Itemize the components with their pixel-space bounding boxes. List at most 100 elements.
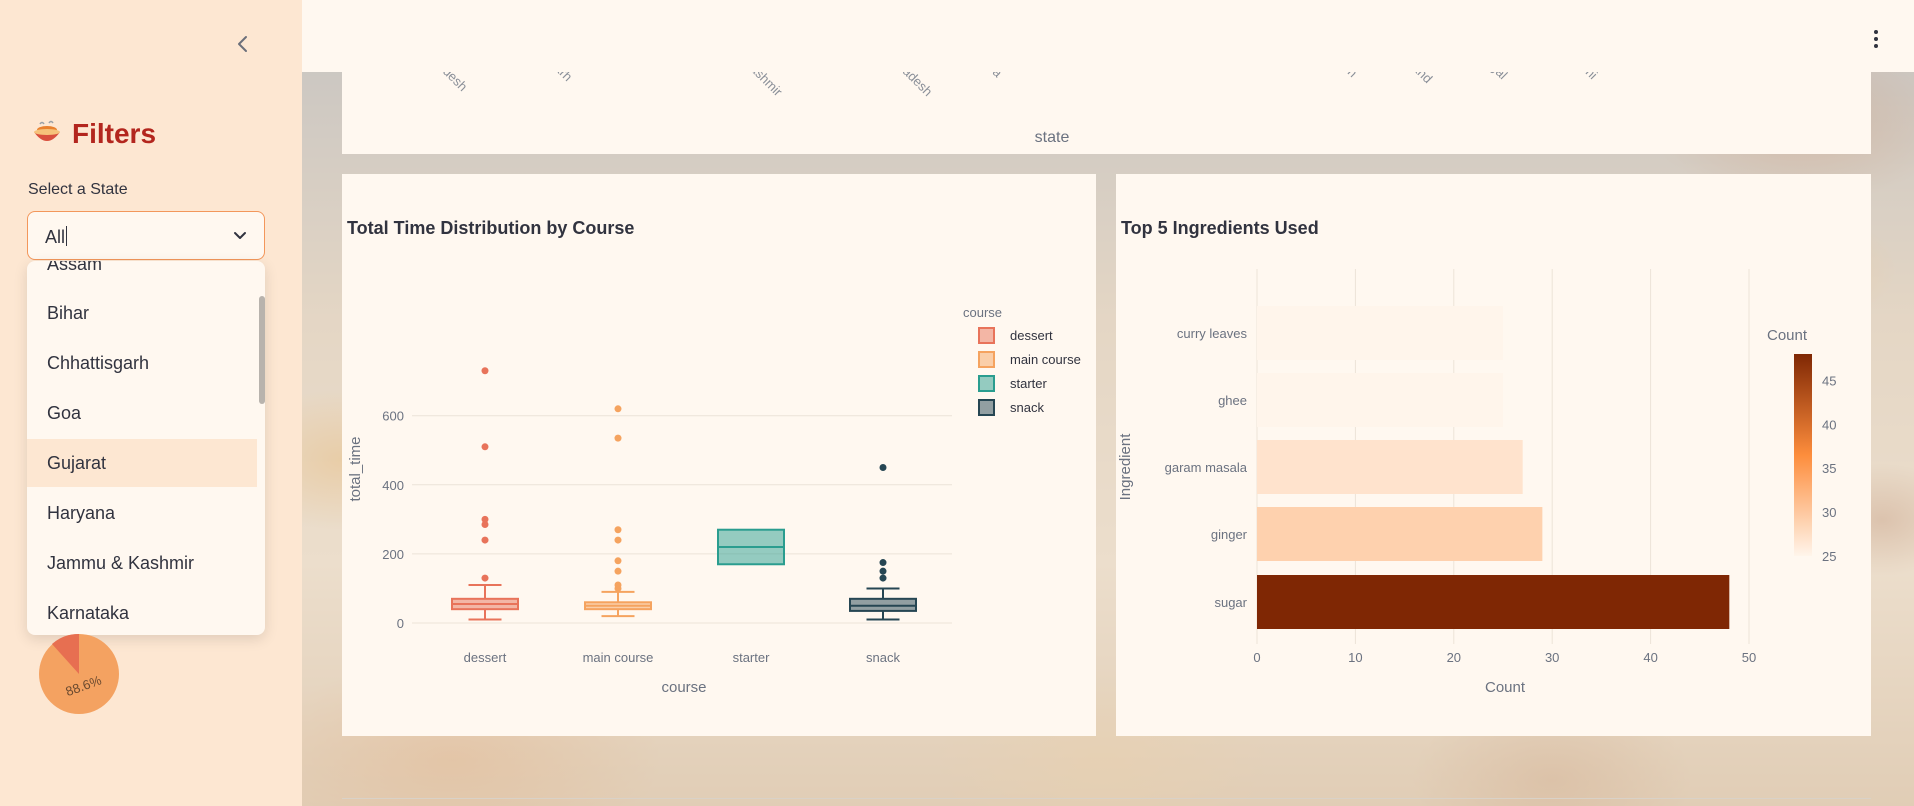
colorbar-tick-label: 45 [1822,373,1836,388]
box-snack [849,464,917,621]
y-tick-label: garam masala [1165,460,1248,475]
state-tick-label: and [1410,72,1436,86]
colorbar-tick-label: 40 [1822,417,1836,432]
state-select-value[interactable]: All [45,226,68,248]
box-main-course [584,405,652,618]
state-axis-title: state [1035,129,1070,146]
state-chart-card: adesh arh . Kashmir radesh tra sh and gal lhi sta… [342,50,1871,154]
outlier-point [879,567,887,575]
legend-item-main-course[interactable]: main course [978,351,1081,368]
y-tick-label: curry leaves [1177,326,1248,341]
outlier-point [614,405,622,413]
y-axis-title: total_time [347,436,364,501]
bar-chart-card: Top 5 Ingredients Used 0 10 20 30 40 50 Count I… [1116,174,1871,736]
outlier-point [614,526,622,534]
outlier-point [614,567,622,575]
box-chart: 0200400600total_timedessert main course st… [347,305,1081,696]
state-select[interactable]: All [27,211,265,260]
state-tick-label: arh [552,72,576,84]
state-select-label: Select a State [28,181,128,198]
share-pie-chart: 88.6% [39,633,119,714]
dropdown-option-bihar[interactable]: Bihar [27,289,257,337]
outlier-point [614,434,622,442]
colorbar-tick-label: 30 [1822,505,1836,520]
state-tick-label: adesh [435,72,471,94]
x-tick-label: dessert [464,650,507,665]
outlier-point [481,536,489,544]
outlier-point [481,443,489,451]
sidebar: Filters Select a State All Assam Bihar C… [0,0,302,806]
legend-label: snack [1010,400,1044,415]
x-tick-label: 40 [1643,650,1657,665]
state-dropdown-list[interactable]: Assam Bihar Chhattisgarh Goa Gujarat Har… [27,261,265,635]
y-tick-label: 0 [397,616,404,631]
outlier-point [879,464,887,472]
colorbar-tick-label: 25 [1822,549,1836,564]
outlier-point [481,367,489,375]
legend-label: main course [1010,352,1081,367]
state-tick-label: gal [1488,72,1511,82]
x-tick-label: starter [733,650,771,665]
state-tick-label: lhi [1581,72,1601,82]
outlier-point [614,536,622,544]
main-menu-icon[interactable] [1872,30,1880,50]
y-tick-label: ghee [1218,393,1247,408]
x-axis-title: course [661,679,706,696]
bar-sugar[interactable] [1257,575,1730,629]
bar-curry-leaves[interactable] [1257,306,1503,360]
legend-swatch[interactable] [978,351,995,368]
app-header [302,0,1914,72]
dropdown-option-jammu-kashmir[interactable]: Jammu & Kashmir [27,539,257,587]
legend-swatch[interactable] [978,327,995,344]
legend-label: dessert [1010,328,1053,343]
dropdown-option-karnataka[interactable]: Karnataka [27,589,257,635]
dropdown-option-chhattisgarh[interactable]: Chhattisgarh [27,339,257,387]
legend-swatch[interactable] [978,375,995,392]
bar-chart: 0 10 20 30 40 50 Count Ingredient curry leaves gh… [1117,269,1836,696]
box-chart-card: Total Time Distribution by Course 0 200 40… [342,174,1096,736]
outlier-point [481,574,489,582]
state-chart: adesh arh . Kashmir radesh tra sh and gal lhi sta… [435,50,1601,146]
colorbar-title: Count [1767,327,1808,344]
filters-header: Filters [32,118,156,150]
y-tick-label: sugar [1214,595,1247,610]
dropdown-option-goa[interactable]: Goa [27,389,257,437]
chevron-down-icon[interactable] [232,228,248,244]
dropdown-option-assam[interactable]: Assam [27,261,257,288]
outlier-point [481,515,489,523]
outlier-point [879,574,887,582]
chevron-left-icon[interactable] [230,30,256,58]
outlier-point [614,557,622,565]
bar-ginger[interactable] [1257,507,1543,561]
bar-ghee[interactable] [1257,373,1503,427]
outlier-point [879,559,887,567]
state-tick-label: radesh [897,72,936,99]
x-tick-label: snack [866,650,900,665]
y-tick-label: ginger [1211,527,1248,542]
x-axis-title: Count [1485,679,1526,696]
dropdown-scrollbar[interactable] [259,296,265,404]
y-tick-label: 600 [382,409,404,424]
x-tick-label: 0 [1253,650,1260,665]
dropdown-option-gujarat[interactable]: Gujarat [27,439,257,487]
legend-title: course [963,305,1002,320]
colorbar [1794,354,1812,556]
dropdown-option-haryana[interactable]: Haryana [27,489,257,537]
legend-swatch[interactable] [978,399,995,416]
x-tick-label: 50 [1742,650,1756,665]
legend-item-starter[interactable]: starter [978,375,1048,392]
bar-garam-masala[interactable] [1257,440,1523,494]
legend-item-dessert[interactable]: dessert [978,327,1053,344]
y-axis-title: Ingredient [1117,433,1134,501]
x-tick-label: 10 [1348,650,1362,665]
colorbar-tick-label: 35 [1822,461,1836,476]
box-dessert [451,367,519,621]
filters-title: Filters [72,118,157,149]
y-tick-label: 400 [382,478,404,493]
x-tick-label: 30 [1545,650,1559,665]
x-tick-label: main course [583,650,654,665]
outlier-point [614,581,622,589]
divider [342,798,1871,799]
box-starter [717,528,785,566]
legend-item-snack[interactable]: snack [978,399,1044,416]
